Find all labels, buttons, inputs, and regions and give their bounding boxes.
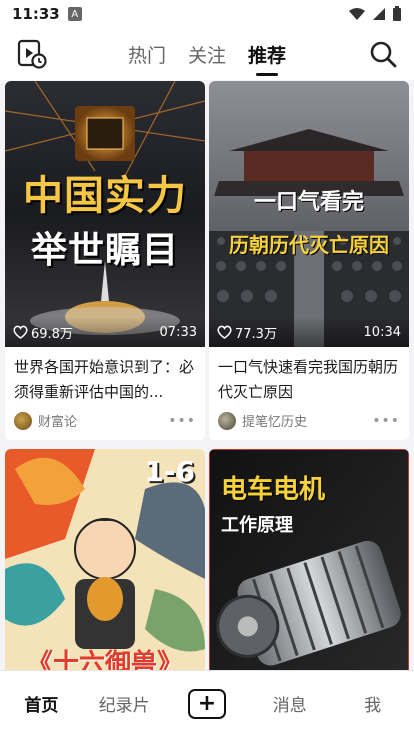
like-count: 77.3万 xyxy=(235,326,277,342)
author-row: 财富论 ••• xyxy=(5,405,205,440)
thumbnail-title-line1: 一口气看完 xyxy=(253,190,364,215)
feed-tabs: 热门 关注 推荐 xyxy=(0,35,414,76)
likes: 77.3万 xyxy=(217,323,277,342)
thumbnail-title: 《十六御兽》 xyxy=(26,649,183,670)
thumbnail-title-line2: 工作原理 xyxy=(221,515,293,536)
nav-add[interactable]: + xyxy=(166,688,249,719)
nav-documentary[interactable]: 纪录片 xyxy=(83,691,166,716)
video-card[interactable]: 电车电机 工作原理 xyxy=(209,449,409,670)
signal-icon xyxy=(373,8,385,20)
video-thumbnail[interactable]: 电车电机 工作原理 xyxy=(209,449,409,670)
nav-me[interactable]: 我 xyxy=(331,691,414,716)
author-row: 提笔忆历史 ••• xyxy=(209,405,409,440)
heart-icon xyxy=(13,325,28,339)
video-title[interactable]: 世界各国开始意识到了：必须得重新评估中国的... xyxy=(5,347,205,405)
author-name[interactable]: 财富论 xyxy=(38,411,77,430)
duration: 07:33 xyxy=(159,324,197,340)
thumbnail-title-line1: 中国实力 xyxy=(23,173,187,219)
video-title[interactable]: 一口气快速看完我国历朝历代灭亡原因 xyxy=(209,347,409,405)
more-options-icon[interactable]: ••• xyxy=(168,413,196,429)
bottom-nav: 首页 纪录片 + 消息 我 xyxy=(0,670,414,736)
nav-messages[interactable]: 消息 xyxy=(248,691,331,716)
video-card[interactable]: 1-6 《十六御兽》 xyxy=(5,449,205,670)
avatar[interactable] xyxy=(218,411,236,430)
likes: 69.8万 xyxy=(13,323,73,342)
tab-recommended[interactable]: 推荐 xyxy=(248,35,286,76)
video-thumbnail[interactable]: 一口气看完 历朝历代灭亡原因 77.3万 10:34 xyxy=(209,81,409,347)
status-time: 11:33 xyxy=(12,5,60,23)
tab-following[interactable]: 关注 xyxy=(188,35,226,74)
nav-home[interactable]: 首页 xyxy=(0,691,83,716)
video-card[interactable]: 一口气看完 历朝历代灭亡原因 77.3万 10:34 一口气快速看完我国历朝历代… xyxy=(209,81,409,440)
thumbnail-title-line2: 历朝历代灭亡原因 xyxy=(229,233,389,257)
video-thumbnail[interactable]: 中国实力 举世瞩目 69.8万 07:33 xyxy=(5,81,205,347)
video-thumbnail[interactable]: 1-6 《十六御兽》 xyxy=(5,449,205,670)
tab-hot[interactable]: 热门 xyxy=(128,35,166,74)
video-card[interactable]: 中国实力 举世瞩目 69.8万 07:33 世界各国开始意识到了：必须得重新评估… xyxy=(5,81,205,440)
wifi-icon xyxy=(349,8,365,20)
duration: 10:34 xyxy=(363,324,401,340)
author-name[interactable]: 提笔忆历史 xyxy=(242,411,307,430)
heart-icon xyxy=(217,325,232,339)
thumbnail-episode-range: 1-6 xyxy=(144,455,195,488)
like-count: 69.8万 xyxy=(31,326,73,342)
video-feed: 中国实力 举世瞩目 69.8万 07:33 世界各国开始意识到了：必须得重新评估… xyxy=(0,80,414,670)
status-bar: 11:33 A xyxy=(0,0,414,28)
avatar[interactable] xyxy=(14,411,32,430)
more-options-icon[interactable]: ••• xyxy=(372,413,400,429)
video-meta: 77.3万 10:34 xyxy=(209,317,409,347)
status-icons xyxy=(348,6,402,22)
thumbnail-title-line2: 举世瞩目 xyxy=(30,230,179,271)
battery-icon xyxy=(393,6,401,21)
search-icon[interactable] xyxy=(368,39,398,69)
top-nav: 热门 关注 推荐 xyxy=(0,28,414,80)
add-icon[interactable]: + xyxy=(187,688,226,719)
video-meta: 69.8万 07:33 xyxy=(5,317,205,347)
notification-badge-icon: A xyxy=(67,7,82,21)
thumbnail-title-line1: 电车电机 xyxy=(221,475,326,505)
